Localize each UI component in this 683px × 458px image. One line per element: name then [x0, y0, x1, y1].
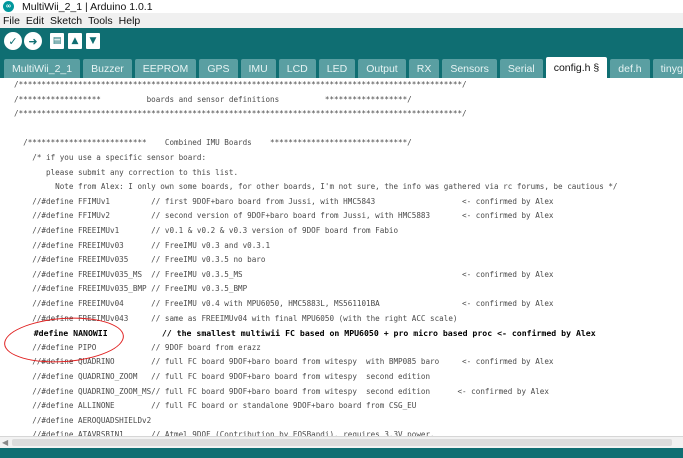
tab-gps[interactable]: GPS — [199, 59, 238, 78]
menu-edit[interactable]: Edit — [26, 15, 44, 27]
code-line: /***************************************… — [14, 109, 467, 119]
code-line: please submit any correction to this lis… — [14, 167, 239, 177]
code-line: Note from Alex: I only own some boards, … — [14, 182, 618, 192]
tab-led[interactable]: LED — [318, 59, 356, 78]
code-line: //#define ALLINONE // full FC board or s… — [14, 401, 417, 411]
tab-lcd[interactable]: LCD — [278, 59, 316, 78]
scrollbar-thumb[interactable] — [12, 439, 672, 446]
code-line: //#define FREEIMUv043 // same as FREEIMU… — [14, 313, 458, 323]
title-bar: ∞ MultiWii_2_1 | Arduino 1.0.1 — [0, 0, 683, 13]
window-title: MultiWii_2_1 | Arduino 1.0.1 — [22, 0, 153, 13]
code-line: /****************** boards and sensor de… — [14, 94, 412, 104]
code-line: //#define FREEIMUv03 // FreeIMU v0.3 and… — [14, 240, 271, 250]
tab-serial[interactable]: Serial — [499, 59, 543, 78]
open-arrow-up-icon[interactable]: ▲ — [68, 33, 82, 49]
save-arrow-down-icon[interactable]: ▼ — [86, 33, 100, 49]
code-line: //#define QUADRINO_ZOOM_MS// full FC boa… — [14, 386, 549, 396]
code-line: //#define FFIMUv1 // first 9DOF+baro boa… — [14, 196, 554, 206]
arduino-logo-icon: ∞ — [3, 1, 14, 12]
code-line: //#define QUADRINO_ZOOM // full FC board… — [14, 372, 431, 381]
menu-file[interactable]: File — [3, 15, 20, 27]
tab-eeprom[interactable]: EEPROM — [134, 59, 197, 78]
code-line: /************************** Combined IMU… — [14, 138, 412, 148]
code-line: //#define FREEIMUv035_BMP // FreeIMU v0.… — [14, 284, 248, 294]
menu-bar: File Edit Sketch Tools Help — [0, 13, 683, 28]
code-line: //#define FREEIMUv035_MS // FreeIMU v0.3… — [14, 269, 554, 279]
code-line: #define NANOWII // the smallest multiwii… — [14, 328, 596, 339]
verify-check-icon[interactable]: ✓ — [4, 32, 22, 50]
menu-sketch[interactable]: Sketch — [50, 15, 82, 27]
code-line: //#define AEROQUADSHIELDv2 — [14, 415, 152, 425]
toolbar: ✓ ➜ ▤ ▲ ▼ — [0, 28, 683, 54]
code-line: //#define PIPO // 9DOF board from erazz — [14, 342, 261, 352]
upload-arrow-icon[interactable]: ➜ — [24, 32, 42, 50]
tab-tinygps-h[interactable]: tinygps.h — [652, 59, 683, 78]
status-bar — [0, 448, 683, 458]
code-line: /***************************************… — [14, 80, 467, 89]
code-line: //#define FREEIMUv035 // FreeIMU v0.3.5 … — [14, 255, 266, 265]
code-line: //#define ATAVRSBIN1 // Atmel 9DOF (Cont… — [14, 430, 435, 436]
new-file-icon[interactable]: ▤ — [50, 33, 64, 49]
tab-imu[interactable]: IMU — [240, 59, 276, 78]
tab-def-h[interactable]: def.h — [610, 59, 650, 78]
scroll-left-arrow-icon[interactable]: ◀ — [2, 437, 8, 448]
code-line: //#define FREEIMUv1 // v0.1 & v0.2 & v0.… — [14, 226, 399, 235]
horizontal-scrollbar[interactable]: ◀ — [0, 436, 683, 448]
code-line: //#define FREEIMUv04 // FreeIMU v0.4 wit… — [14, 299, 554, 308]
code-line: //#define QUADRINO // full FC board 9DOF… — [14, 357, 554, 367]
menu-help[interactable]: Help — [119, 15, 141, 27]
tab-bar: MultiWii_2_1 Buzzer EEPROM GPS IMU LCD L… — [0, 54, 683, 78]
tab-config-h[interactable]: config.h § — [545, 57, 608, 78]
code-line: /* if you use a specific sensor board: — [14, 153, 207, 162]
code-editor[interactable]: /***************************************… — [0, 78, 683, 436]
code-line: //#define FFIMUv2 // second version of 9… — [14, 211, 554, 221]
menu-tools[interactable]: Tools — [88, 15, 113, 27]
tab-buzzer[interactable]: Buzzer — [83, 59, 132, 78]
tab-multiwii[interactable]: MultiWii_2_1 — [4, 59, 81, 78]
tab-sensors[interactable]: Sensors — [442, 59, 497, 78]
tab-output[interactable]: Output — [358, 59, 406, 78]
tab-rx[interactable]: RX — [408, 59, 440, 78]
